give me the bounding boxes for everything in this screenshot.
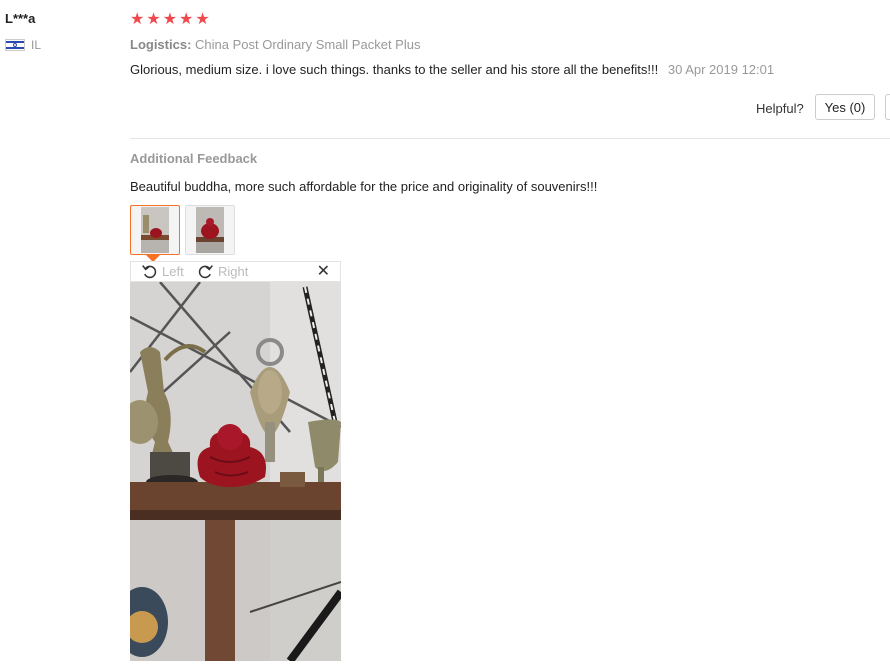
star-icon: ★: [130, 11, 145, 28]
rotate-right-button[interactable]: Right: [197, 263, 248, 280]
rotate-right-label: Right: [218, 264, 249, 279]
reviewer-country: IL: [5, 38, 41, 52]
helpful-no-button[interactable]: [885, 94, 890, 120]
review-photo: [130, 282, 341, 661]
helpful-yes-button[interactable]: Yes (0): [815, 94, 875, 120]
logistics-label: Logistics:: [130, 37, 192, 52]
star-icon: ★: [195, 11, 210, 28]
additional-feedback-text: Beautiful buddha, more such affordable f…: [130, 179, 598, 194]
review-date: 30 Apr 2019 12:01: [667, 62, 775, 77]
star-icon: ★: [179, 11, 194, 28]
rotate-left-icon: [142, 265, 157, 279]
rotate-left-button[interactable]: Left: [141, 263, 184, 280]
review-body: Glorious, medium size. i love such thing…: [130, 62, 659, 77]
israel-flag-icon: [5, 39, 25, 51]
buddha-photo: [130, 282, 341, 661]
additional-feedback-title: Additional Feedback: [130, 151, 258, 166]
rotate-left-label: Left: [162, 264, 184, 279]
photo-thumbnail-2[interactable]: [185, 205, 235, 255]
divider: [130, 138, 890, 139]
logistics-value: China Post Ordinary Small Packet Plus: [195, 37, 421, 52]
photo-thumbnail-1[interactable]: [130, 205, 180, 255]
logistics-info: Logistics: China Post Ordinary Small Pac…: [130, 37, 420, 52]
reviewer-name: L***a: [5, 11, 36, 26]
thumbnail-image: [196, 207, 224, 253]
thumbnail-image: [141, 207, 169, 253]
star-icon: ★: [162, 11, 178, 28]
star-icon: ★: [146, 11, 161, 28]
image-viewer-toolbar: Left Right ✕: [130, 261, 341, 282]
country-code: IL: [31, 38, 42, 52]
helpful-label: Helpful?: [756, 101, 804, 116]
review-text: Glorious, medium size. i love such thing…: [130, 62, 774, 77]
rating-stars: ★ ★ ★ ★ ★: [130, 11, 210, 29]
close-icon[interactable]: ✕: [317, 262, 330, 281]
rotate-right-icon: [198, 265, 213, 279]
